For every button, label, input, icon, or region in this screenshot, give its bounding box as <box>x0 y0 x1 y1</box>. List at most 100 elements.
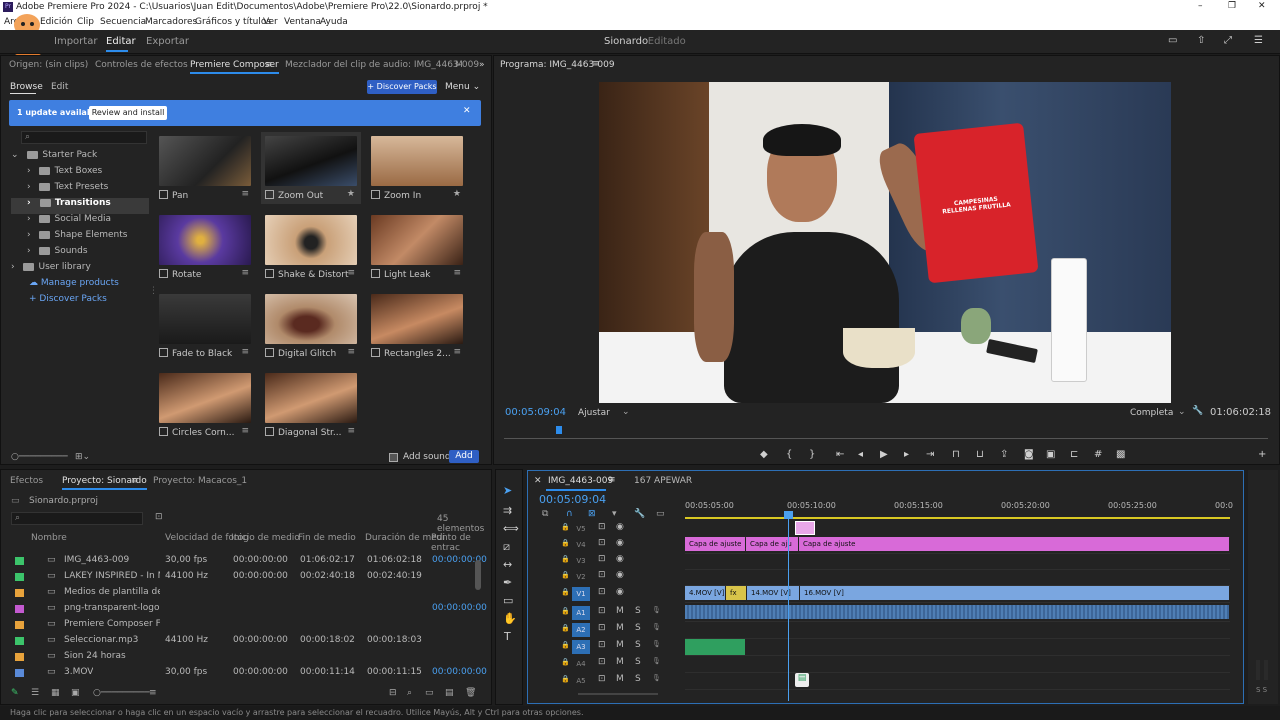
microphone-icon[interactable]: 🎙 <box>652 623 661 631</box>
mute-button[interactable]: M <box>616 640 624 650</box>
marker-icon[interactable]: ◆ <box>760 449 768 460</box>
track-header-a3[interactable]: 🔒 A3 ⊡ M S 🎙 <box>528 639 678 655</box>
timeline-settings-icon[interactable]: 🔧 <box>634 509 645 519</box>
razor-icon[interactable]: ⧄ <box>503 540 510 554</box>
compare-icon[interactable]: ▣ <box>1046 449 1055 460</box>
captions-icon[interactable]: ▭ <box>656 509 665 519</box>
vr-icon[interactable]: ▩ <box>1116 449 1125 460</box>
panel-layout-icon[interactable]: ▭ <box>1168 35 1177 46</box>
lock-icon[interactable]: 🔒 <box>561 658 570 666</box>
wrench-icon[interactable]: 🔧 <box>1192 406 1203 416</box>
label-color-swatch[interactable] <box>15 605 24 613</box>
timeline-playhead[interactable] <box>788 511 789 701</box>
track-label[interactable]: V4 <box>572 538 590 552</box>
checkbox-icon[interactable] <box>371 348 380 357</box>
freeform-view-icon[interactable]: ▣ <box>71 688 80 698</box>
track-label[interactable]: V1 <box>572 587 590 601</box>
lock-icon[interactable]: 🔒 <box>561 607 570 615</box>
ws-tab-importar[interactable]: Importar <box>54 36 97 47</box>
mark-in-icon[interactable]: { <box>786 449 792 460</box>
slip-icon[interactable]: ↔ <box>503 558 512 571</box>
composer-search-input[interactable]: ⌕ <box>21 131 147 144</box>
tree-transitions[interactable]: › Transitions <box>11 198 149 214</box>
track-label[interactable]: A5 <box>572 674 590 688</box>
track-label[interactable]: A4 <box>572 657 590 671</box>
eye-icon[interactable]: ◉ <box>616 570 624 580</box>
sync-lock-icon[interactable]: ⊡ <box>598 640 606 650</box>
snap-icon[interactable]: ∩ <box>566 509 573 519</box>
timeline-tab-2[interactable]: 167 APEWAR <box>634 476 692 486</box>
star-icon[interactable]: ★ <box>453 189 461 199</box>
share-icon[interactable]: ⇧ <box>1197 35 1205 46</box>
solo-button[interactable]: S <box>635 606 641 616</box>
table-row[interactable]: ▭ Premiere Composer Files <box>11 617 481 633</box>
tree-starter-pack[interactable]: ⌄ Starter Pack <box>11 150 149 166</box>
add-button-icon[interactable]: + <box>1258 449 1266 460</box>
lock-icon[interactable]: 🔒 <box>561 675 570 683</box>
add-marker-icon[interactable]: ▾ <box>612 509 617 519</box>
list-view-icon[interactable]: ☰ <box>31 688 39 698</box>
selected-clip-v5[interactable] <box>795 521 815 535</box>
sync-lock-icon[interactable]: ⊡ <box>598 570 606 580</box>
sync-lock-icon[interactable]: ⊡ <box>598 587 606 597</box>
new-item-icon[interactable]: ▤ <box>445 688 454 698</box>
label-color-swatch[interactable] <box>15 573 24 581</box>
table-row[interactable]: ▭ Medios de plantilla de gráfic <box>11 585 481 601</box>
table-row[interactable]: ▭ IMG_4463-009 30,00 fps 00:00:00:00 01:06:0… <box>11 553 487 569</box>
automate-icon[interactable]: ⊟ <box>389 688 397 698</box>
microphone-icon[interactable]: 🎙 <box>652 657 661 665</box>
lock-icon[interactable]: 🔒 <box>561 624 570 632</box>
mute-button[interactable]: M <box>616 623 624 633</box>
menu-icon[interactable]: ≡ <box>241 189 249 199</box>
tab-origen[interactable]: Origen: (sin clips) <box>9 60 88 70</box>
checkbox-icon[interactable] <box>159 427 168 436</box>
playhead-marker[interactable] <box>556 426 562 434</box>
export-frame-icon[interactable]: ⇪ <box>1000 449 1008 460</box>
icon-view-icon[interactable]: ▦ <box>51 688 60 698</box>
add-button[interactable]: Add <box>449 450 479 463</box>
card-pan[interactable]: Pan ≡ <box>155 132 255 204</box>
eye-icon[interactable]: ◉ <box>616 538 624 548</box>
timeline-timecode[interactable]: 00:05:09:04 <box>539 493 606 506</box>
tab-efectos[interactable]: Efectos <box>10 476 43 486</box>
menu-icon[interactable]: ≡ <box>347 426 355 436</box>
track-header-a2[interactable]: 🔒 A2 ⊡ M S 🎙 <box>528 622 678 638</box>
col-punto[interactable]: Punto de entrac <box>431 533 481 553</box>
sync-lock-icon[interactable]: ⊡ <box>598 522 606 532</box>
work-area-bar[interactable] <box>685 517 1230 519</box>
quality-dropdown[interactable]: Completa <box>1130 408 1173 418</box>
card-fade-to-black[interactable]: Fade to Black ≡ <box>155 290 255 362</box>
checkbox-icon[interactable] <box>265 269 274 278</box>
settings-icon[interactable]: ☰ <box>1254 35 1263 46</box>
label-color-swatch[interactable] <box>15 589 24 597</box>
track-select-icon[interactable]: ⇉ <box>503 504 512 517</box>
label-color-swatch[interactable] <box>15 621 24 629</box>
menu-icon[interactable]: ≡ <box>347 347 355 357</box>
checkbox-icon[interactable] <box>371 190 380 199</box>
project-scrollbar[interactable] <box>475 560 481 590</box>
hand-icon[interactable]: ✋ <box>503 612 517 625</box>
tree-shape-elements[interactable]: › Shape Elements <box>27 230 165 246</box>
zoom-slider-icon[interactable]: ○───────── <box>11 452 68 462</box>
menu-ayuda[interactable]: Ayuda <box>320 17 348 27</box>
sync-lock-icon[interactable]: ⊡ <box>598 554 606 564</box>
maximize-button[interactable]: ❐ <box>1228 1 1236 11</box>
menu-clip[interactable]: Clip <box>77 17 94 27</box>
extract-icon[interactable]: ⊔ <box>976 449 984 460</box>
menu-icon[interactable]: ≡ <box>241 268 249 278</box>
adjustment-layer-clip[interactable]: Capa de ajuste <box>685 537 745 551</box>
lock-icon[interactable]: 🔒 <box>561 588 570 596</box>
track-label[interactable]: A1 <box>572 606 590 620</box>
sync-lock-icon[interactable]: ⊡ <box>598 538 606 548</box>
find-icon[interactable]: ⌕ <box>407 688 412 698</box>
track-header-a5[interactable]: 🔒 A5 ⊡ M S 🎙 <box>528 673 678 689</box>
solo-button[interactable]: S <box>635 623 641 633</box>
eye-icon[interactable]: ◉ <box>616 587 624 597</box>
checkbox-icon[interactable] <box>265 190 274 199</box>
track-label[interactable]: A3 <box>572 640 590 654</box>
adjustment-layer-clip[interactable]: Capa de ajuste <box>799 537 1229 551</box>
discover-packs-link[interactable]: + Discover Packs <box>29 294 167 310</box>
pen-icon[interactable]: ✒ <box>503 576 512 589</box>
mute-button[interactable]: M <box>616 606 624 616</box>
tree-sounds[interactable]: › Sounds <box>27 246 165 262</box>
